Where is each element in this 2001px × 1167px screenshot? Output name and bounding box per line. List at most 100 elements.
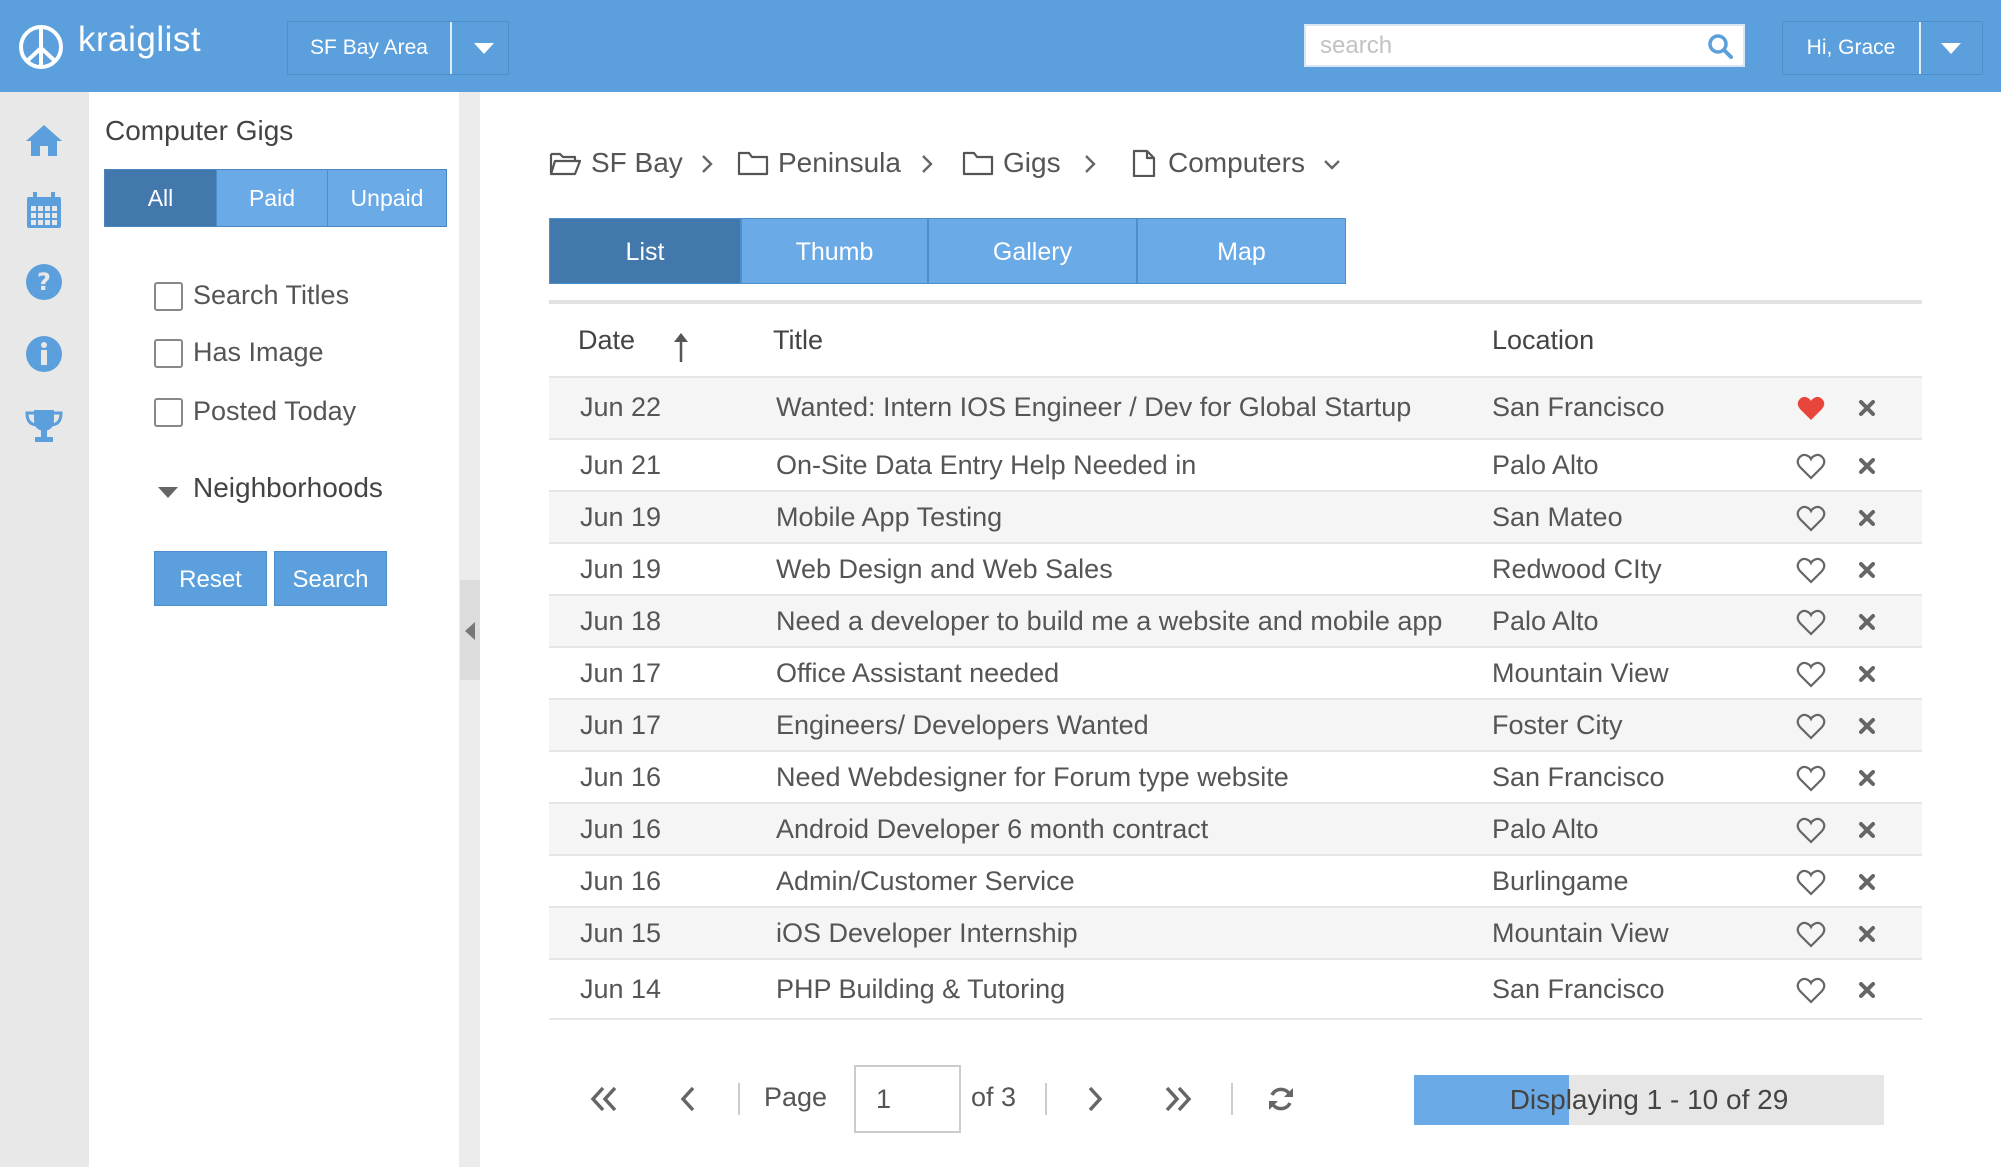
peace-logo-icon[interactable] bbox=[18, 24, 64, 70]
heart-icon[interactable] bbox=[1796, 505, 1826, 532]
breadcrumb-gigs[interactable]: Gigs bbox=[1003, 143, 1061, 183]
listing-location: San Francisco bbox=[1492, 392, 1665, 422]
listing-date: Jun 19 bbox=[580, 554, 662, 584]
segment-all[interactable]: All bbox=[105, 170, 216, 226]
close-icon[interactable] bbox=[1857, 768, 1877, 788]
table-row[interactable] bbox=[549, 648, 1922, 700]
close-icon[interactable] bbox=[1857, 398, 1877, 418]
heart-icon[interactable] bbox=[1796, 817, 1826, 844]
info-icon[interactable] bbox=[24, 334, 64, 374]
table-row[interactable] bbox=[549, 804, 1922, 856]
heart-icon[interactable] bbox=[1796, 453, 1826, 480]
heart-icon[interactable] bbox=[1796, 609, 1826, 636]
caret-down-icon[interactable] bbox=[474, 43, 494, 54]
help-icon[interactable]: ? bbox=[24, 262, 64, 302]
close-icon[interactable] bbox=[1857, 820, 1877, 840]
table-row[interactable] bbox=[549, 544, 1922, 596]
listing-title[interactable]: iOS Developer Internship bbox=[776, 918, 1078, 949]
close-icon[interactable] bbox=[1857, 508, 1877, 528]
listing-date: Jun 16 bbox=[580, 866, 662, 896]
table-row[interactable] bbox=[549, 960, 1922, 1020]
caret-down-icon[interactable] bbox=[1941, 43, 1961, 54]
tab-gallery[interactable]: Gallery bbox=[928, 218, 1137, 284]
search-titles-label[interactable]: Search Titles bbox=[193, 280, 349, 311]
app-name[interactable]: kraiglist bbox=[78, 20, 201, 60]
listing-title[interactable]: Web Design and Web Sales bbox=[776, 554, 1113, 585]
table-row[interactable] bbox=[549, 440, 1922, 492]
region-label: SF Bay Area bbox=[310, 36, 428, 59]
tab-map[interactable]: Map bbox=[1137, 218, 1346, 284]
heart-icon[interactable] bbox=[1796, 869, 1826, 896]
column-header-location[interactable]: Location bbox=[1492, 325, 1594, 356]
heart-icon[interactable] bbox=[1796, 713, 1826, 740]
listing-date: Jun 14 bbox=[580, 974, 662, 1004]
search-titles-checkbox[interactable] bbox=[154, 282, 183, 311]
heart-icon[interactable] bbox=[1796, 557, 1826, 584]
first-page-icon[interactable] bbox=[589, 1084, 619, 1114]
chevron-down-icon[interactable] bbox=[1322, 154, 1342, 174]
heart-icon[interactable] bbox=[1796, 765, 1826, 792]
listing-title[interactable]: Need Webdesigner for Forum type website bbox=[776, 762, 1289, 793]
segment-unpaid[interactable]: Unpaid bbox=[327, 170, 446, 226]
has-image-label[interactable]: Has Image bbox=[193, 337, 324, 368]
home-icon[interactable] bbox=[24, 120, 64, 160]
table-row[interactable] bbox=[549, 856, 1922, 908]
user-menu[interactable]: Hi, Grace bbox=[1782, 21, 1983, 75]
user-greeting: Hi, Grace bbox=[1806, 36, 1896, 59]
heart-filled-icon[interactable] bbox=[1796, 395, 1826, 422]
next-page-icon[interactable] bbox=[1085, 1084, 1105, 1114]
close-icon[interactable] bbox=[1857, 716, 1877, 736]
previous-page-icon[interactable] bbox=[678, 1084, 698, 1114]
tab-thumb[interactable]: Thumb bbox=[741, 218, 928, 284]
page-number-input[interactable] bbox=[854, 1065, 961, 1133]
collapse-arrow-icon[interactable] bbox=[465, 622, 475, 640]
chevron-right-icon bbox=[1085, 155, 1096, 173]
listing-title[interactable]: Office Assistant needed bbox=[776, 658, 1059, 689]
close-icon[interactable] bbox=[1857, 872, 1877, 892]
sort-ascending-icon[interactable] bbox=[672, 330, 690, 364]
tab-list[interactable]: List bbox=[549, 218, 741, 284]
heart-icon[interactable] bbox=[1796, 921, 1826, 948]
pager-divider bbox=[738, 1083, 740, 1115]
search-button[interactable]: Search bbox=[274, 551, 387, 606]
close-icon[interactable] bbox=[1857, 560, 1877, 580]
listing-title[interactable]: Wanted: Intern IOS Engineer / Dev for Gl… bbox=[776, 392, 1411, 423]
caret-down-icon[interactable] bbox=[158, 487, 178, 498]
table-row[interactable] bbox=[549, 700, 1922, 752]
breadcrumb-computers[interactable]: Computers bbox=[1168, 143, 1305, 183]
column-header-title[interactable]: Title bbox=[773, 325, 823, 356]
listing-title[interactable]: PHP Building & Tutoring bbox=[776, 974, 1065, 1005]
has-image-checkbox[interactable] bbox=[154, 339, 183, 368]
heart-icon[interactable] bbox=[1796, 661, 1826, 688]
breadcrumb-sf-bay[interactable]: SF Bay bbox=[591, 143, 683, 183]
listing-location: San Francisco bbox=[1492, 762, 1665, 792]
posted-today-checkbox[interactable] bbox=[154, 398, 183, 427]
table-row[interactable] bbox=[549, 908, 1922, 960]
listing-title[interactable]: Admin/Customer Service bbox=[776, 866, 1075, 897]
close-icon[interactable] bbox=[1857, 456, 1877, 476]
listing-title[interactable]: Android Developer 6 month contract bbox=[776, 814, 1208, 845]
table-row[interactable] bbox=[549, 492, 1922, 544]
last-page-icon[interactable] bbox=[1163, 1084, 1193, 1114]
listing-title[interactable]: Engineers/ Developers Wanted bbox=[776, 710, 1149, 741]
close-icon[interactable] bbox=[1857, 980, 1877, 1000]
search-icon[interactable] bbox=[1707, 33, 1733, 59]
search-input[interactable] bbox=[1320, 26, 1700, 65]
heart-icon[interactable] bbox=[1796, 977, 1826, 1004]
trophy-icon[interactable] bbox=[24, 406, 64, 446]
region-dropdown[interactable]: SF Bay Area bbox=[287, 21, 509, 75]
column-header-date[interactable]: Date bbox=[578, 325, 635, 356]
breadcrumb-peninsula[interactable]: Peninsula bbox=[778, 143, 901, 183]
listing-title[interactable]: On-Site Data Entry Help Needed in bbox=[776, 450, 1196, 481]
listing-title[interactable]: Mobile App Testing bbox=[776, 502, 1002, 533]
segment-paid[interactable]: Paid bbox=[216, 170, 327, 226]
close-icon[interactable] bbox=[1857, 924, 1877, 944]
close-icon[interactable] bbox=[1857, 612, 1877, 632]
calendar-icon[interactable] bbox=[24, 190, 64, 230]
posted-today-label[interactable]: Posted Today bbox=[193, 396, 356, 427]
reset-button[interactable]: Reset bbox=[154, 551, 267, 606]
close-icon[interactable] bbox=[1857, 664, 1877, 684]
refresh-icon[interactable] bbox=[1266, 1084, 1296, 1114]
listing-title[interactable]: Need a developer to build me a website a… bbox=[776, 606, 1442, 637]
neighborhoods-toggle[interactable]: Neighborhoods bbox=[193, 472, 383, 504]
